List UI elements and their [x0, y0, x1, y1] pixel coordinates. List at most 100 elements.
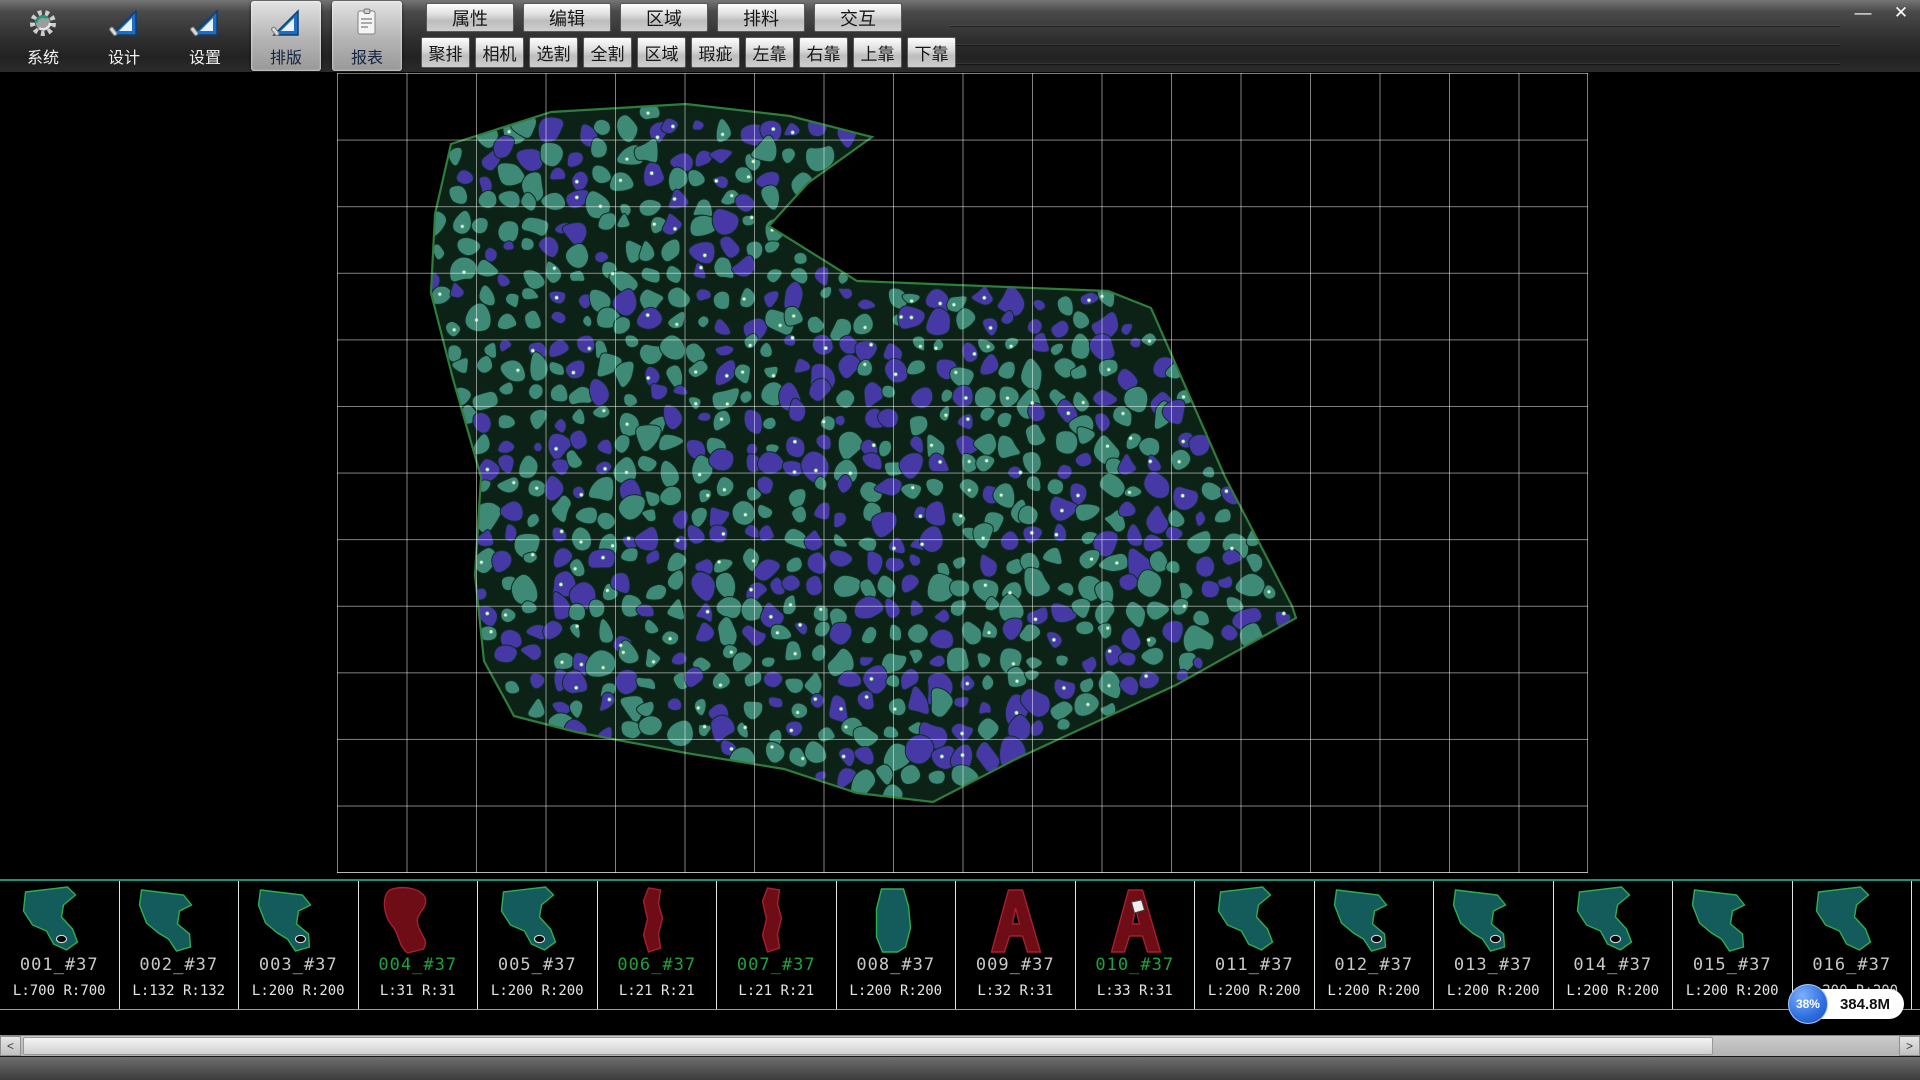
- menu-tab-5[interactable]: 交互: [814, 3, 902, 32]
- main-toolbar-button-4[interactable]: 排版: [251, 1, 321, 71]
- piece-thumb-009_#37[interactable]: 009_#37 L:32 R:31: [956, 881, 1076, 1009]
- piece-name: 013_#37: [1454, 955, 1533, 975]
- piece-lr-count: L:21 R:21: [738, 983, 814, 999]
- piece-lr-count: L:200 R:200: [1686, 983, 1779, 999]
- tool-button-1[interactable]: 聚排: [421, 37, 470, 68]
- tool-button-10[interactable]: 下靠: [907, 37, 956, 68]
- main-toolbar-button-1[interactable]: 系统: [8, 1, 78, 71]
- menu-tab-4[interactable]: 排料: [717, 3, 805, 32]
- scroll-right-icon[interactable]: >: [1899, 1036, 1920, 1056]
- piece-name: 012_#37: [1334, 955, 1413, 975]
- tool-button-5[interactable]: 区域: [637, 37, 686, 68]
- piece-lr-count: L:31 R:31: [380, 983, 456, 999]
- piece-lr-count: L:200 R:200: [1327, 983, 1420, 999]
- main-toolbar-button-3[interactable]: 设置: [170, 1, 240, 71]
- piece-thumb-011_#37[interactable]: 011_#37 L:200 R:200: [1195, 881, 1315, 1009]
- piece-thumb-005_#37[interactable]: 005_#37 L:200 R:200: [478, 881, 598, 1009]
- gear-icon: [27, 7, 59, 39]
- tool-button-2[interactable]: 相机: [475, 37, 524, 68]
- piece-shape: [128, 884, 230, 956]
- piece-name: 011_#37: [1215, 955, 1294, 975]
- tool-button-4[interactable]: 全割: [583, 37, 632, 68]
- piece-name: 015_#37: [1693, 955, 1772, 975]
- piece-thumb-008_#37[interactable]: 008_#37 L:200 R:200: [837, 881, 957, 1009]
- piece-thumb-007_#37[interactable]: 007_#37 L:21 R:21: [717, 881, 837, 1009]
- piece-thumb-006_#37[interactable]: 006_#37 L:21 R:21: [598, 881, 718, 1009]
- scroll-left-icon[interactable]: <: [0, 1036, 21, 1056]
- piece-lr-count: L:200 R:200: [1208, 983, 1301, 999]
- scrollbar-thumb[interactable]: [23, 1037, 1713, 1055]
- piece-thumb-010_#37[interactable]: 010_#37 L:33 R:31: [1076, 881, 1196, 1009]
- piece-shape: [964, 884, 1066, 956]
- pieces-strip: 001_#37 L:700 R:700 002_#37 L:132 R:132 …: [0, 879, 1920, 1010]
- piece-thumb-004_#37[interactable]: 004_#37 L:31 R:31: [359, 881, 479, 1009]
- piece-thumb-001_#37[interactable]: 001_#37 L:700 R:700: [0, 881, 120, 1009]
- piece-shape: [725, 884, 827, 956]
- report-icon: [351, 7, 383, 39]
- piece-thumb-012_#37[interactable]: 012_#37 L:200 R:200: [1315, 881, 1435, 1009]
- piece-shape: [486, 884, 588, 956]
- menu-tab-2[interactable]: 编辑: [523, 3, 611, 32]
- piece-name: 010_#37: [1095, 955, 1174, 975]
- piece-thumb-014_#37[interactable]: 014_#37 L:200 R:200: [1554, 881, 1674, 1009]
- piece-name: 003_#37: [259, 955, 338, 975]
- tool-button-7[interactable]: 左靠: [745, 37, 794, 68]
- setsquare-icon: [189, 7, 221, 39]
- close-button[interactable]: ✕: [1890, 3, 1912, 23]
- piece-name: 007_#37: [737, 955, 816, 975]
- piece-shape: [1323, 884, 1425, 956]
- setsquare-icon: [108, 7, 140, 39]
- piece-shape: [247, 884, 349, 956]
- memory-value: 384.8M: [1840, 996, 1890, 1013]
- horizontal-scrollbar[interactable]: < >: [0, 1035, 1920, 1056]
- main-toolbar-label: 系统: [27, 44, 59, 68]
- piece-name: 004_#37: [378, 955, 457, 975]
- piece-shape: [1084, 884, 1186, 956]
- leather-hide-layout[interactable]: [0, 73, 1920, 879]
- piece-lr-count: L:200 R:200: [252, 983, 345, 999]
- progress-badge: 38%: [1788, 984, 1828, 1024]
- progress-percent: 38%: [1796, 997, 1820, 1011]
- piece-thumb-003_#37[interactable]: 003_#37 L:200 R:200: [239, 881, 359, 1009]
- main-toolbar-label: 报表: [351, 44, 383, 68]
- piece-name: 009_#37: [976, 955, 1055, 975]
- setsquare-icon: [270, 7, 302, 39]
- piece-shape: [606, 884, 708, 956]
- minimize-button[interactable]: —: [1852, 3, 1874, 23]
- piece-thumb-013_#37[interactable]: 013_#37 L:200 R:200: [1434, 881, 1554, 1009]
- tool-button-row: 聚排相机选割全割区域瑕疵左靠右靠上靠下靠: [421, 37, 956, 68]
- piece-name: 002_#37: [139, 955, 218, 975]
- piece-shape: [845, 884, 947, 956]
- piece-lr-count: L:200 R:200: [491, 983, 584, 999]
- piece-name: 008_#37: [856, 955, 935, 975]
- piece-shape: [1562, 884, 1664, 956]
- piece-lr-count: L:200 R:200: [849, 983, 942, 999]
- menu-tab-1[interactable]: 属性: [426, 3, 514, 32]
- toolbar-grooves: [950, 8, 1840, 65]
- piece-name: 005_#37: [498, 955, 577, 975]
- piece-lr-count: L:700 R:700: [13, 983, 106, 999]
- main-toolbar-label: 设置: [189, 44, 221, 68]
- piece-thumb-015_#37[interactable]: 015_#37 L:200 R:200: [1673, 881, 1793, 1009]
- tool-button-8[interactable]: 右靠: [799, 37, 848, 68]
- tool-button-9[interactable]: 上靠: [853, 37, 902, 68]
- main-toolbar-label: 设计: [108, 44, 140, 68]
- piece-name: 006_#37: [617, 955, 696, 975]
- piece-shape: [367, 884, 469, 956]
- top-toolbar: 系统 设计 设置 排版 报表 属性编辑区域排料交互 聚排相机选割全割区域瑕疵左靠…: [0, 0, 1920, 73]
- piece-name: 001_#37: [20, 955, 99, 975]
- menu-tab-3[interactable]: 区域: [620, 3, 708, 32]
- nesting-canvas[interactable]: [0, 73, 1920, 879]
- piece-lr-count: L:32 R:31: [977, 983, 1053, 999]
- piece-shape: [8, 884, 110, 956]
- bottom-bar: [0, 1056, 1920, 1080]
- tool-button-6[interactable]: 瑕疵: [691, 37, 740, 68]
- piece-shape: [1681, 884, 1783, 956]
- main-toolbar-button-2[interactable]: 设计: [89, 1, 159, 71]
- piece-name: 014_#37: [1573, 955, 1652, 975]
- window-controls: — ✕: [1852, 3, 1912, 23]
- piece-thumb-002_#37[interactable]: 002_#37 L:132 R:132: [120, 881, 240, 1009]
- main-toolbar-button-5[interactable]: 报表: [332, 1, 402, 71]
- tool-button-3[interactable]: 选割: [529, 37, 578, 68]
- piece-lr-count: L:33 R:31: [1097, 983, 1173, 999]
